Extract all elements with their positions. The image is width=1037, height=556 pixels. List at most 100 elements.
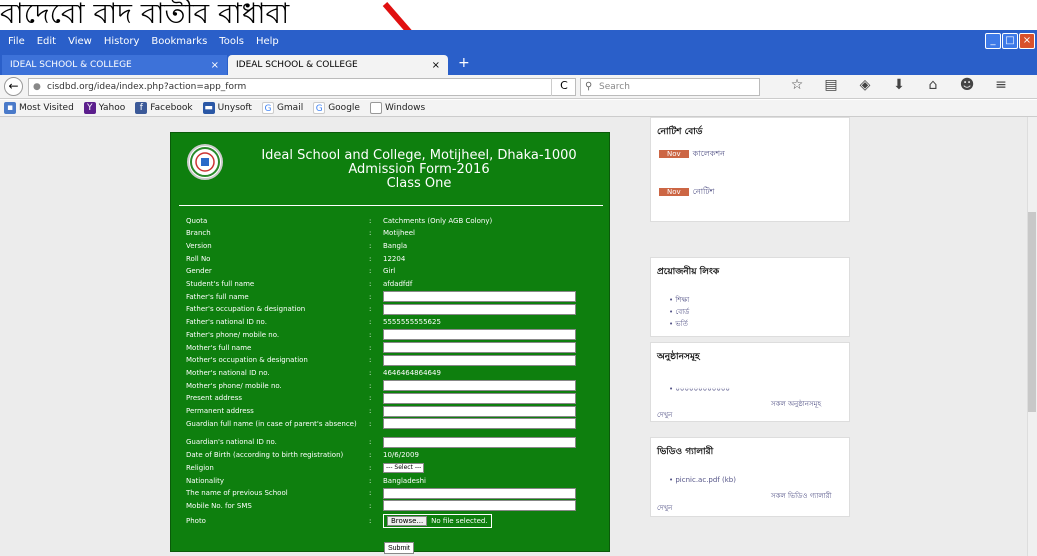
- navigation-bar: ← ● cisdbd.org/idea/index.php?action=app…: [0, 75, 1037, 99]
- bookmark-most-visited[interactable]: ▪ Most Visited: [4, 102, 74, 114]
- text-input[interactable]: [383, 354, 576, 366]
- form-row: Permanent address:: [186, 405, 576, 417]
- colon: :: [369, 476, 372, 485]
- form-row: Roll No: 12204: [186, 253, 405, 264]
- new-tab-button[interactable]: +: [458, 55, 470, 71]
- videos-footer[interactable]: দেখুন: [657, 502, 672, 514]
- chat-icon[interactable]: ☻: [958, 77, 976, 93]
- link-item[interactable]: • শিক্ষা: [669, 294, 689, 306]
- text-input[interactable]: [383, 291, 576, 303]
- bookmark-yahoo[interactable]: Y Yahoo: [83, 102, 125, 114]
- browse-button[interactable]: Browse...: [387, 515, 428, 526]
- close-window-icon[interactable]: ×: [1019, 33, 1035, 49]
- text-input[interactable]: [383, 342, 576, 353]
- form-title: Ideal School and College, Motijheel, Dha…: [239, 149, 599, 191]
- form-row: Date of Birth (according to birth regist…: [186, 450, 419, 461]
- videos-more-link[interactable]: সকল ভিডিও গ্যালারী: [771, 490, 831, 502]
- text-input[interactable]: [383, 392, 576, 404]
- tab-ideal-school-1[interactable]: IDEAL SCHOOL & COLLEGE ×: [2, 55, 227, 75]
- text-input[interactable]: [383, 303, 576, 315]
- field-label: Student's full name: [186, 280, 255, 288]
- form-row: Mother's national ID no.: 4646464864649: [186, 367, 441, 378]
- menu-icon[interactable]: ≡: [992, 77, 1010, 93]
- menu-edit[interactable]: Edit: [37, 36, 56, 47]
- reading-list-icon[interactable]: ▤: [822, 77, 840, 93]
- tab-close-icon[interactable]: ×: [211, 60, 219, 71]
- bookmark-facebook[interactable]: f Facebook: [135, 102, 193, 114]
- maximize-icon[interactable]: □: [1002, 33, 1018, 49]
- text-input[interactable]: [383, 436, 576, 448]
- school-logo-icon: [187, 144, 223, 180]
- menu-help[interactable]: Help: [256, 36, 279, 47]
- text-input[interactable]: [383, 380, 576, 392]
- colon: :: [369, 489, 372, 498]
- field-label: Roll No: [186, 254, 211, 263]
- colon: :: [369, 368, 372, 377]
- field-label: Present address: [186, 394, 242, 403]
- text-input[interactable]: [383, 487, 576, 499]
- text-input[interactable]: [383, 329, 576, 341]
- colon: :: [369, 241, 372, 250]
- pocket-icon[interactable]: ◈: [856, 77, 874, 93]
- google-icon: G: [313, 102, 326, 114]
- notice-board-title: নোটিশ বোর্ড: [657, 127, 703, 137]
- home-icon[interactable]: ⌂: [924, 77, 942, 93]
- tab-ideal-school-2[interactable]: IDEAL SCHOOL & COLLEGE ×: [228, 55, 448, 75]
- photo-file-input[interactable]: Browse... No file selected.: [383, 513, 492, 528]
- form-row: Mother's full name:: [186, 342, 576, 353]
- colon: :: [369, 463, 372, 472]
- menu-tools[interactable]: Tools: [219, 36, 244, 47]
- colon: :: [369, 254, 372, 263]
- events-more-link[interactable]: সকল অনুষ্ঠানসমূহ: [771, 398, 821, 410]
- folder-icon: ▪: [4, 102, 16, 114]
- windows-icon: [369, 102, 382, 114]
- search-icon: ⚲: [585, 81, 593, 92]
- page-scrollbar[interactable]: [1027, 117, 1037, 556]
- url-bar[interactable]: ● cisdbd.org/idea/index.php?action=app_f…: [28, 78, 576, 96]
- bookmark-unysoft[interactable]: ▬ Unysoft: [202, 102, 252, 114]
- text-input[interactable]: [383, 500, 576, 512]
- bookmark-google[interactable]: G Google: [313, 102, 360, 114]
- video-item[interactable]: • picnic.ac.pdf (kb): [669, 476, 736, 484]
- link-item[interactable]: • বোর্ড: [669, 306, 689, 318]
- form-row: Quota: Catchments (Only AGB Colony): [186, 215, 492, 226]
- form-row: Mother's phone/ mobile no.:: [186, 380, 576, 392]
- notice-item[interactable]: Nov নোটিশ: [659, 186, 714, 199]
- field-label: Mother's occupation & designation: [186, 356, 308, 365]
- text-input[interactable]: [383, 405, 576, 417]
- colon: :: [369, 267, 372, 276]
- field-label: Guardian's national ID no.: [186, 438, 277, 447]
- notice-item[interactable]: Nov কালেকশন: [659, 148, 725, 161]
- submit-button[interactable]: Submit: [384, 542, 414, 554]
- menu-view[interactable]: View: [68, 36, 92, 47]
- field-label: Father's phone/ mobile no.: [186, 330, 280, 339]
- minimize-icon[interactable]: _: [985, 33, 1001, 49]
- colon: :: [369, 407, 372, 415]
- scrollbar-thumb[interactable]: [1028, 212, 1036, 412]
- religion-select[interactable]: --- Select ---: [383, 462, 425, 473]
- tab-close-icon[interactable]: ×: [432, 60, 440, 71]
- bookmark-star-icon[interactable]: ☆: [788, 77, 806, 93]
- field-label: Nationality: [186, 476, 225, 485]
- events-box: অনুষ্ঠানসমূহ • ০০০০০০০০০০০০ সকল অনুষ্ঠান…: [650, 342, 850, 422]
- search-placeholder: Search: [599, 82, 630, 92]
- bookmark-windows[interactable]: Windows: [369, 102, 425, 114]
- text-input[interactable]: [383, 418, 576, 430]
- field-label: Gender: [186, 267, 212, 276]
- link-item[interactable]: • ভর্তি: [669, 318, 688, 330]
- search-input[interactable]: ⚲ Search: [580, 78, 760, 96]
- reload-button[interactable]: C: [551, 78, 576, 96]
- menu-bookmarks[interactable]: Bookmarks: [151, 36, 207, 47]
- identity-icon[interactable]: ●: [33, 79, 41, 95]
- colon: :: [369, 438, 372, 447]
- field-label: Quota: [186, 216, 208, 225]
- events-footer[interactable]: দেখুন: [657, 409, 672, 421]
- event-item[interactable]: • ০০০০০০০০০০০০: [669, 383, 730, 395]
- download-icon[interactable]: ⬇: [890, 77, 908, 93]
- menu-file[interactable]: File: [8, 36, 25, 47]
- back-button[interactable]: ←: [4, 77, 23, 96]
- colon: :: [369, 330, 372, 339]
- form-row: Mobile No. for SMS:: [186, 500, 576, 512]
- menu-history[interactable]: History: [104, 36, 140, 47]
- bookmark-gmail[interactable]: G Gmail: [261, 102, 303, 114]
